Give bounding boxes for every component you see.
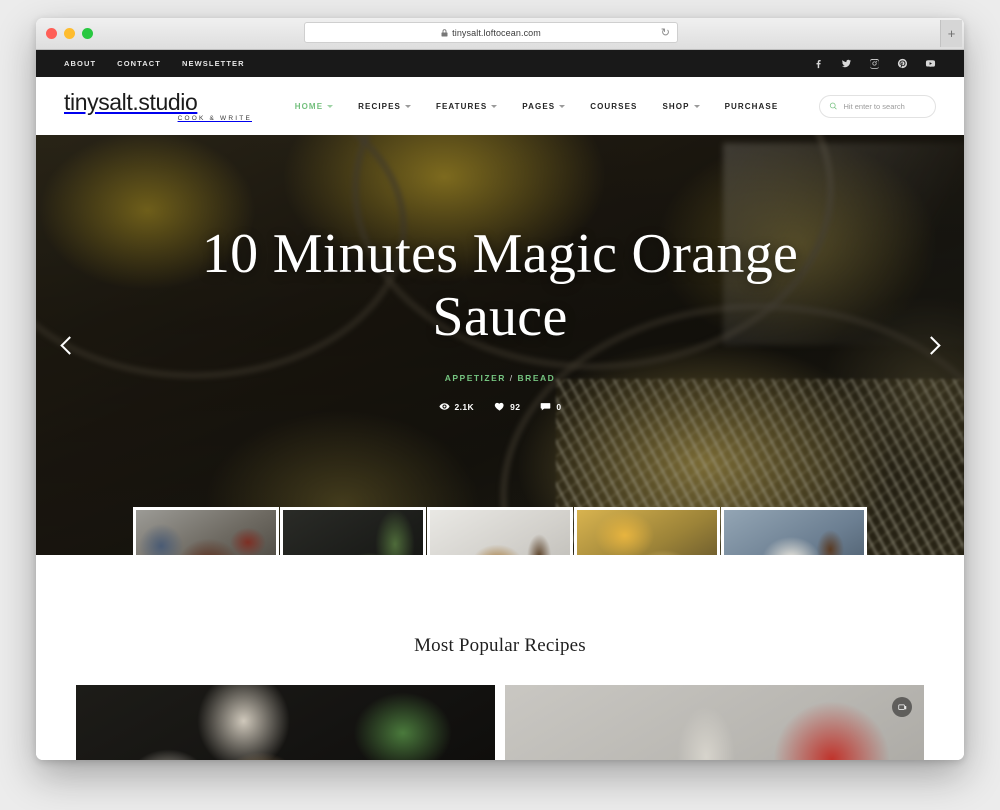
- hero-title: 10 Minutes Magic Orange Sauce: [201, 223, 799, 348]
- main-navigation: HOME RECIPES FEATURES PAGES COURSES SHOP…: [254, 102, 819, 111]
- hero-meta-stats: 2.1K 92 0: [438, 401, 562, 412]
- chevron-down-icon: [559, 104, 566, 108]
- nav-item-home[interactable]: HOME: [294, 101, 334, 111]
- gallery-icon: [897, 704, 906, 710]
- nav-label-home: HOME: [294, 101, 324, 111]
- likes-stat[interactable]: 92: [494, 401, 520, 412]
- minimize-window-button[interactable]: [64, 28, 75, 39]
- popular-recipes-grid: [36, 685, 964, 760]
- chevron-down-icon: [491, 104, 498, 108]
- twitter-icon: [841, 59, 852, 68]
- browser-window: tinysalt.loftocean.com ↻ + ABOUT CONTACT…: [36, 18, 964, 760]
- new-tab-label: +: [947, 26, 956, 41]
- recipe-card[interactable]: [505, 685, 924, 760]
- heart-icon: [494, 402, 504, 411]
- hero-categories: APPETIZER / BREAD: [445, 373, 556, 383]
- social-links: [813, 58, 936, 69]
- chevron-right-icon: [921, 335, 941, 355]
- nav-label-purchase: PURCHASE: [724, 101, 779, 111]
- hero-thumbnail-active[interactable]: [574, 507, 720, 555]
- views-count: 2.1K: [454, 401, 475, 412]
- window-controls: [46, 28, 93, 39]
- reload-icon[interactable]: ↻: [661, 27, 670, 39]
- logo-title: tinysalt.studio: [64, 89, 198, 115]
- popular-recipes-section: Most Popular Recipes: [36, 555, 964, 760]
- close-window-button[interactable]: [46, 28, 57, 39]
- instagram-link[interactable]: [869, 58, 880, 69]
- hero-thumbnail[interactable]: [721, 507, 867, 555]
- instagram-icon: [870, 59, 880, 69]
- lock-icon: [441, 28, 448, 36]
- url-text: tinysalt.loftocean.com: [452, 27, 541, 38]
- search-box[interactable]: [819, 94, 936, 118]
- search-input[interactable]: [843, 101, 926, 111]
- hero-next-button[interactable]: [914, 328, 948, 362]
- address-bar[interactable]: tinysalt.loftocean.com ↻: [304, 22, 678, 43]
- hero-prev-button[interactable]: [52, 328, 86, 362]
- chevron-down-icon: [404, 104, 411, 108]
- nav-item-features[interactable]: FEATURES: [435, 101, 498, 111]
- facebook-link[interactable]: [813, 58, 824, 69]
- section-title: Most Popular Recipes: [414, 635, 586, 656]
- comments-stat[interactable]: 0: [540, 401, 561, 412]
- nav-item-shop[interactable]: SHOP: [662, 101, 700, 111]
- new-tab-button[interactable]: +: [940, 20, 962, 47]
- nav-label-courses: COURSES: [590, 101, 638, 111]
- topbar-link-contact[interactable]: CONTACT: [117, 59, 161, 68]
- url-text-wrapper: tinysalt.loftocean.com: [441, 28, 541, 38]
- pinterest-icon: [897, 58, 907, 69]
- twitter-link[interactable]: [841, 58, 852, 69]
- chevron-down-icon: [693, 104, 700, 108]
- site-logo[interactable]: tinysalt.studio COOK & WRITE: [64, 90, 254, 122]
- search-icon: [829, 102, 837, 110]
- youtube-icon: [925, 60, 936, 67]
- eye-icon: [438, 403, 450, 410]
- hero-thumbnail[interactable]: [427, 507, 573, 555]
- nav-label-pages: PAGES: [522, 101, 556, 111]
- hero-slider: 10 Minutes Magic Orange Sauce APPETIZER …: [36, 135, 964, 555]
- utility-links: ABOUT CONTACT NEWSLETTER: [64, 59, 245, 68]
- views-stat: 2.1K: [438, 401, 475, 412]
- hero-category-bread[interactable]: BREAD: [518, 373, 556, 383]
- logo-subtitle: COOK & WRITE: [177, 115, 252, 122]
- hero-content: 10 Minutes Magic Orange Sauce APPETIZER …: [36, 135, 964, 555]
- nav-label-features: FEATURES: [435, 101, 488, 111]
- site-header: tinysalt.studio COOK & WRITE HOME RECIPE…: [36, 77, 964, 135]
- nav-item-courses[interactable]: COURSES: [590, 102, 637, 111]
- chevron-down-icon: [327, 104, 334, 108]
- facebook-icon: [816, 60, 821, 69]
- browser-chrome: tinysalt.loftocean.com ↻ +: [36, 18, 964, 50]
- nav-item-recipes[interactable]: RECIPES: [358, 102, 411, 111]
- chevron-left-icon: [59, 335, 79, 355]
- comment-icon: [541, 403, 551, 411]
- hero-thumbnail[interactable]: [133, 507, 279, 555]
- nav-item-pages[interactable]: PAGES: [522, 101, 566, 111]
- page-viewport: ABOUT CONTACT NEWSLETTER tinysalt.studio…: [36, 50, 964, 760]
- topbar-link-newsletter[interactable]: NEWSLETTER: [182, 59, 245, 68]
- maximize-window-button[interactable]: [82, 28, 93, 39]
- nav-label-recipes: RECIPES: [358, 101, 401, 111]
- likes-count: 92: [510, 401, 521, 412]
- pinterest-link[interactable]: [897, 58, 908, 69]
- comments-count: 0: [556, 401, 562, 412]
- nav-item-purchase[interactable]: PURCHASE: [725, 102, 779, 111]
- youtube-link[interactable]: [925, 58, 936, 69]
- hero-thumbnail-strip: [36, 507, 964, 555]
- category-separator: /: [509, 373, 514, 383]
- utility-topbar: ABOUT CONTACT NEWSLETTER: [36, 50, 964, 77]
- gallery-badge: [892, 697, 912, 717]
- nav-label-shop: SHOP: [662, 101, 690, 111]
- hero-category-appetizer[interactable]: APPETIZER: [445, 373, 506, 383]
- topbar-link-about[interactable]: ABOUT: [64, 59, 96, 68]
- recipe-card[interactable]: [76, 685, 495, 760]
- hero-thumbnail[interactable]: [280, 507, 426, 555]
